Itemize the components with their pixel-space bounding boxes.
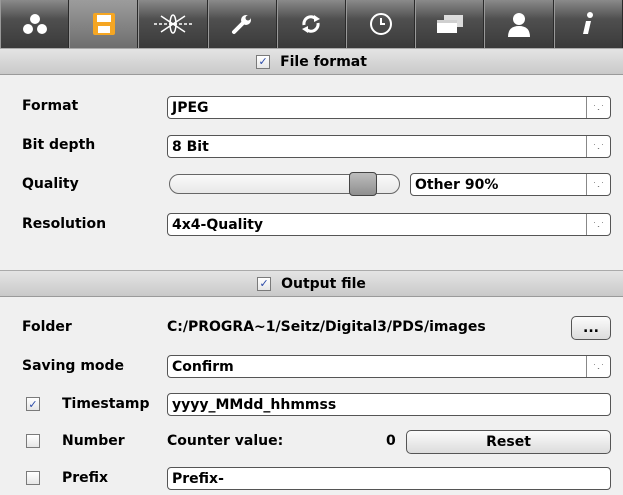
file-format-title: File format xyxy=(280,53,367,70)
toolbar-button-timer[interactable] xyxy=(345,0,416,48)
format-select[interactable]: JPEG xyxy=(167,96,611,119)
save-icon xyxy=(92,13,115,35)
saving-mode-value: Confirm xyxy=(172,358,234,375)
toolbar-button-lens[interactable] xyxy=(138,0,208,48)
reset-button[interactable]: Reset xyxy=(406,430,611,454)
bit-depth-value: 8 Bit xyxy=(172,138,209,155)
clock-icon xyxy=(369,13,392,35)
quality-select[interactable]: Other 90% xyxy=(410,173,611,196)
toolbar-button-settings[interactable] xyxy=(207,0,277,48)
number-label: Number xyxy=(62,433,125,449)
quality-label: Quality xyxy=(22,176,79,192)
folder-path: C:/PROGRA~1/Seitz/Digital3/PDS/images xyxy=(167,319,486,335)
chevron-down-icon xyxy=(586,136,610,157)
toolbar xyxy=(0,0,623,48)
refresh-icon xyxy=(302,15,321,33)
timestamp-checkbox[interactable]: ✓ xyxy=(26,397,40,411)
bit-depth-label: Bit depth xyxy=(22,137,96,153)
prefix-input[interactable]: Prefix- xyxy=(167,467,611,490)
saving-mode-label: Saving mode xyxy=(22,358,125,374)
file-format-checkbox[interactable]: ✓ xyxy=(256,54,271,69)
chevron-down-icon xyxy=(586,356,610,377)
bit-depth-select[interactable]: 8 Bit xyxy=(167,135,611,158)
timestamp-value: yyyy_MMdd_hhmmss xyxy=(172,396,337,413)
toolbar-button-info[interactable] xyxy=(553,0,623,48)
resolution-select[interactable]: 4x4-Quality xyxy=(167,213,611,236)
timestamp-label: Timestamp xyxy=(62,396,150,412)
quality-slider[interactable] xyxy=(169,172,400,196)
browse-folder-button[interactable]: ... xyxy=(571,316,611,340)
output-file-title: Output file xyxy=(281,275,366,292)
toolbar-button-user[interactable] xyxy=(484,0,554,48)
prefix-label: Prefix xyxy=(62,470,109,486)
chevron-down-icon xyxy=(586,97,610,118)
info-icon xyxy=(583,12,594,34)
prefix-value: Prefix- xyxy=(172,470,224,487)
resolution-value: 4x4-Quality xyxy=(172,216,264,233)
toolbar-button-refresh[interactable] xyxy=(276,0,346,48)
resolution-label: Resolution xyxy=(22,216,107,232)
wrench-icon xyxy=(232,15,252,34)
quality-slider-thumb[interactable] xyxy=(349,172,377,196)
number-checkbox[interactable] xyxy=(26,434,40,448)
output-file-checkbox[interactable]: ✓ xyxy=(257,276,272,291)
folder-label: Folder xyxy=(22,319,72,335)
timestamp-input[interactable]: yyyy_MMdd_hhmmss xyxy=(167,393,611,416)
counter-value: 0 xyxy=(386,433,396,449)
lens-path-icon xyxy=(153,14,192,34)
toolbar-button-window[interactable] xyxy=(415,0,485,48)
window-icon xyxy=(436,15,463,33)
toolbar-button-color[interactable] xyxy=(0,0,70,48)
format-label: Format xyxy=(22,98,79,114)
prefix-checkbox[interactable] xyxy=(26,471,40,485)
file-format-header[interactable]: ✓ File format xyxy=(0,48,623,75)
user-icon xyxy=(507,13,530,37)
chevron-down-icon xyxy=(586,174,610,195)
counter-label: Counter value: xyxy=(167,433,284,449)
saving-mode-select[interactable]: Confirm xyxy=(167,355,611,378)
chevron-down-icon xyxy=(586,214,610,235)
output-file-header[interactable]: ✓ Output file xyxy=(0,270,623,297)
toolbar-button-save[interactable] xyxy=(69,0,139,48)
format-value: JPEG xyxy=(172,99,209,116)
quality-value: Other 90% xyxy=(415,176,499,193)
color-dots-icon xyxy=(22,14,47,34)
